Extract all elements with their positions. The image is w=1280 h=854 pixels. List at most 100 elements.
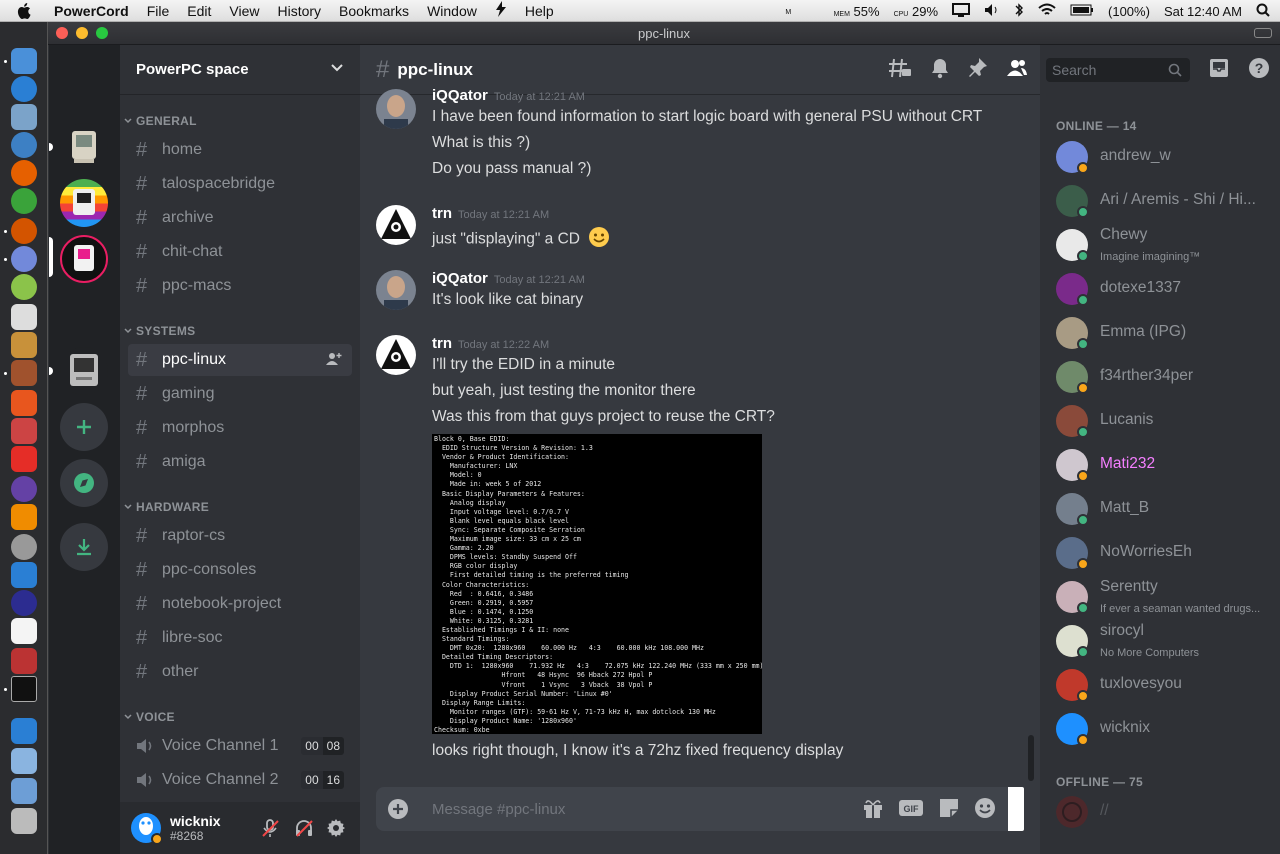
- user-avatar[interactable]: [376, 335, 416, 375]
- utorrent-icon[interactable]: [11, 188, 37, 214]
- server-icon-rainbow-mac[interactable]: [60, 179, 108, 227]
- preview-icon[interactable]: [11, 104, 37, 130]
- member-offline[interactable]: //: [1056, 792, 1276, 832]
- member-andrew-w[interactable]: andrew_w: [1056, 137, 1276, 177]
- gif-icon[interactable]: GIF: [898, 798, 924, 823]
- garageband-icon[interactable]: [11, 332, 37, 358]
- minimize-window-button[interactable]: [76, 27, 88, 39]
- deafen-headphones-icon[interactable]: [294, 818, 314, 843]
- menu-window[interactable]: Window: [427, 3, 477, 19]
- bluetooth-icon[interactable]: [1014, 2, 1024, 21]
- display-icon[interactable]: [952, 2, 971, 20]
- finder-icon[interactable]: [11, 48, 37, 74]
- member-chewy[interactable]: Chewy Imagine imagining™: [1056, 225, 1276, 265]
- server-icon-retro-mac[interactable]: [60, 347, 108, 395]
- emoji-picker-icon[interactable]: [974, 797, 996, 824]
- itunes-icon[interactable]: [11, 562, 37, 588]
- category-hardware[interactable]: HARDWARE: [124, 500, 209, 514]
- menu-edit[interactable]: Edit: [187, 3, 211, 19]
- member-f34rther34per[interactable]: f34rther34per: [1056, 357, 1276, 397]
- disk-utility-icon[interactable]: [11, 534, 37, 560]
- threads-icon[interactable]: [888, 57, 912, 84]
- trash-icon[interactable]: [11, 808, 37, 834]
- add-server-icon[interactable]: [60, 403, 108, 451]
- twitch-icon[interactable]: [11, 476, 37, 502]
- sticker-icon[interactable]: [938, 797, 960, 824]
- blender-icon[interactable]: [11, 390, 37, 416]
- user-avatar[interactable]: [376, 89, 416, 129]
- voice-channel-1[interactable]: Voice Channel 1 00 08: [128, 730, 352, 762]
- menu-file[interactable]: File: [147, 3, 170, 19]
- boxing-icon[interactable]: [11, 648, 37, 674]
- floppy-icon[interactable]: [11, 718, 37, 744]
- pinned-messages-icon[interactable]: [968, 57, 988, 84]
- clock[interactable]: Sat 12:40 AM: [1164, 4, 1242, 19]
- spotlight-icon[interactable]: [1256, 3, 1270, 20]
- volume-icon[interactable]: [984, 3, 1000, 20]
- lime-icon[interactable]: [11, 274, 37, 300]
- vlc-icon[interactable]: [11, 504, 37, 530]
- help-icon[interactable]: ?: [1248, 57, 1270, 84]
- message-author[interactable]: iQQator Today at 12:21 AM: [432, 270, 585, 287]
- channel-chit-chat[interactable]: # chit-chat: [128, 236, 352, 268]
- member-wicknix[interactable]: wicknix: [1056, 709, 1276, 749]
- channel-talospacebridge[interactable]: # talospacebridge: [128, 168, 352, 200]
- apple-menu-icon[interactable]: [16, 2, 32, 19]
- voice-channel-2[interactable]: Voice Channel 2 00 16: [128, 764, 352, 796]
- bbedit-icon[interactable]: [11, 590, 37, 616]
- member-lucanis[interactable]: Lucanis: [1056, 401, 1276, 441]
- channel-morphos[interactable]: # morphos: [128, 412, 352, 444]
- chat-app-icon[interactable]: [11, 218, 37, 244]
- mute-microphone-icon[interactable]: [260, 818, 280, 843]
- member-noworrieseh[interactable]: NoWorriesEh: [1056, 533, 1276, 573]
- zoom-window-button[interactable]: [96, 27, 108, 39]
- paint-icon[interactable]: [11, 418, 37, 444]
- channel-gaming[interactable]: # gaming: [128, 378, 352, 410]
- gift-icon[interactable]: [862, 797, 884, 824]
- notification-bell-icon[interactable]: [930, 57, 950, 84]
- server-header[interactable]: PowerPC space: [120, 45, 360, 95]
- user-avatar[interactable]: [376, 270, 416, 310]
- firefox-icon[interactable]: [11, 160, 37, 186]
- menu-bookmarks[interactable]: Bookmarks: [339, 3, 409, 19]
- member-mati232[interactable]: Mati232: [1056, 445, 1276, 485]
- script-menu-icon[interactable]: [495, 1, 507, 20]
- category-systems[interactable]: SYSTEMS: [124, 324, 195, 338]
- close-window-button[interactable]: [56, 27, 68, 39]
- terminal-icon[interactable]: [11, 676, 37, 702]
- textedit-icon[interactable]: [11, 304, 37, 330]
- member-matt-b[interactable]: Matt_B: [1056, 489, 1276, 529]
- document-icon[interactable]: [11, 618, 37, 644]
- channel-ppc-macs[interactable]: # ppc-macs: [128, 270, 352, 302]
- applications-folder-icon[interactable]: [11, 748, 37, 774]
- member-ari-aremis-shi-hi[interactable]: Ari / Aremis - Shi / Hi...: [1056, 181, 1276, 221]
- menu-help[interactable]: Help: [525, 3, 554, 19]
- documents-folder-icon[interactable]: [11, 778, 37, 804]
- message-author[interactable]: iQQator Today at 12:21 AM: [432, 87, 585, 104]
- menu-view[interactable]: View: [229, 3, 259, 19]
- upload-plus-icon[interactable]: [376, 798, 420, 820]
- edid-screenshot-attachment[interactable]: Block 0, Base EDID: EDID Structure Versi…: [432, 434, 762, 734]
- member-dotexe1337[interactable]: dotexe1337: [1056, 269, 1276, 309]
- user-settings-gear-icon[interactable]: [326, 818, 346, 843]
- channel-notebook-project[interactable]: # notebook-project: [128, 588, 352, 620]
- search-input[interactable]: Search: [1046, 58, 1190, 82]
- cpu-readout[interactable]: CPU 29%: [894, 4, 938, 19]
- menu-history[interactable]: History: [277, 3, 321, 19]
- member-sirocyl[interactable]: sirocyl No More Computers: [1056, 621, 1276, 661]
- toolbar-toggle-button[interactable]: [1254, 28, 1272, 38]
- member-tuxlovesyou[interactable]: tuxlovesyou: [1056, 665, 1276, 705]
- invite-member-icon[interactable]: [326, 352, 342, 371]
- channel-raptor-cs[interactable]: # raptor-cs: [128, 520, 352, 552]
- channel-other[interactable]: # other: [128, 656, 352, 688]
- server-icon-classic-mac[interactable]: [60, 123, 108, 171]
- channel-ppc-consoles[interactable]: # ppc-consoles: [128, 554, 352, 586]
- inbox-icon[interactable]: [1208, 57, 1230, 84]
- category-general[interactable]: GENERAL: [124, 114, 197, 128]
- memory-readout[interactable]: MEM 55%: [834, 4, 880, 19]
- app-menu[interactable]: PowerCord: [54, 3, 129, 19]
- message-input[interactable]: [432, 800, 852, 818]
- message-author[interactable]: trn Today at 12:21 AM: [432, 205, 549, 222]
- server-icon-powerpc-space[interactable]: [60, 235, 108, 283]
- channel-home[interactable]: # home: [128, 134, 352, 166]
